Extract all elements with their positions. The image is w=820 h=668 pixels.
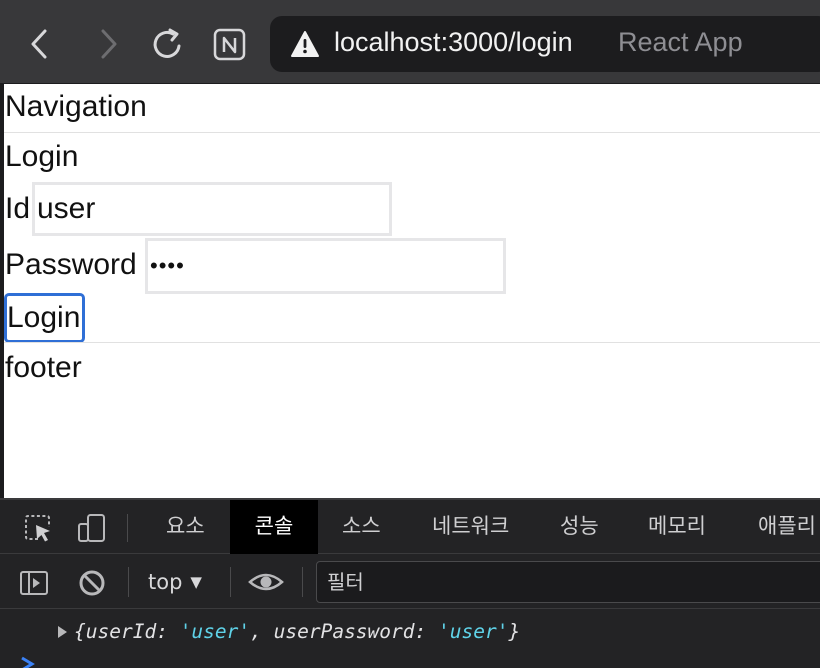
login-button[interactable]: Login — [4, 293, 85, 343]
divider — [4, 342, 820, 343]
password-input[interactable]: •••• — [145, 238, 506, 294]
tab-application[interactable]: 애플리 — [736, 500, 820, 554]
tab-performance[interactable]: 성능 — [538, 500, 621, 554]
tab-memory[interactable]: 메모리 — [626, 500, 728, 554]
separator — [230, 567, 231, 597]
password-label: Password — [5, 248, 137, 281]
clear-console-icon[interactable] — [76, 567, 108, 599]
context-select-value: top — [148, 570, 183, 594]
forward-icon[interactable] — [86, 22, 130, 66]
caret-down-icon: ▼ — [190, 573, 202, 591]
id-label: Id — [5, 192, 31, 225]
address-bar[interactable]: localhost:3000/login React App — [270, 16, 820, 72]
tab-console[interactable]: 콘솔 — [230, 500, 318, 554]
eye-icon[interactable] — [248, 566, 284, 598]
page-title-text: React App — [618, 27, 743, 57]
web-page: Navigation Login Id user Password •••• L… — [0, 84, 820, 498]
tab-network[interactable]: 네트워크 — [410, 500, 531, 554]
url-text[interactable]: localhost:3000/login — [334, 27, 573, 58]
tab-sources[interactable]: 소스 — [320, 500, 403, 554]
console-log-entry[interactable]: {userId: 'user', userPassword: 'user'} — [0, 610, 820, 654]
separator — [128, 567, 129, 597]
divider — [4, 132, 820, 133]
devtools-panel: 요소 콘솔 소스 네트워크 성능 메모리 애플리 top ▼ 필터 {userId… — [0, 498, 820, 668]
expand-arrow-icon[interactable] — [56, 625, 68, 639]
back-icon[interactable] — [18, 22, 62, 66]
sidebar-toggle-icon[interactable] — [18, 567, 50, 599]
device-toolbar-icon[interactable] — [76, 512, 108, 544]
inspect-element-icon[interactable] — [22, 512, 54, 544]
browser-toolbar: localhost:3000/login React App — [0, 0, 820, 84]
reload-icon[interactable] — [146, 22, 190, 66]
console-object-text: {userId: 'user', userPassword: 'user'} — [74, 620, 521, 643]
console-filter-bar: top ▼ 필터 — [0, 555, 820, 609]
console-prompt-icon — [21, 656, 35, 668]
login-heading: Login — [5, 140, 79, 173]
context-select[interactable]: top ▼ — [148, 565, 202, 599]
devtools-tab-bar: 요소 콘솔 소스 네트워크 성능 메모리 애플리 — [0, 500, 820, 554]
id-input[interactable]: user — [32, 182, 392, 236]
navigation-text: Navigation — [5, 90, 147, 123]
tab-elements[interactable]: 요소 — [144, 500, 227, 554]
separator — [127, 514, 128, 542]
warning-icon[interactable] — [290, 30, 320, 58]
extension-n-icon[interactable] — [208, 22, 252, 66]
console-filter-input[interactable]: 필터 — [316, 561, 820, 603]
separator — [302, 567, 303, 597]
footer-text: footer — [5, 351, 82, 384]
